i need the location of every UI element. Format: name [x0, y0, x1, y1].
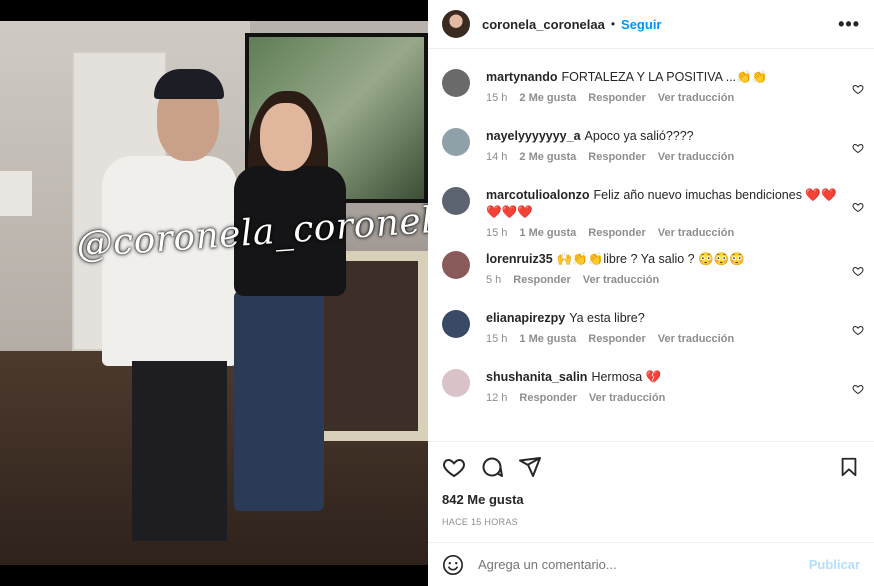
add-comment-bar: Publicar — [428, 542, 874, 586]
commenter-avatar[interactable] — [442, 187, 470, 215]
separator-dot: • — [610, 17, 616, 31]
comment-time[interactable]: 14 h — [486, 151, 507, 163]
comment-item: marcotulioalonzo Feliz año nuevo imuchas … — [428, 175, 874, 239]
commenter-avatar[interactable] — [442, 251, 470, 279]
comment-likes[interactable]: 2 Me gusta — [519, 151, 576, 163]
save-bookmark-icon[interactable] — [838, 456, 860, 478]
like-comment-heart-icon[interactable] — [852, 265, 864, 277]
post-photo[interactable]: @coronela_coronelaa — [0, 21, 428, 565]
comment-item: nayelyyyyyyy_a Apoco ya salió???? 14 h 2 … — [428, 116, 874, 175]
like-comment-heart-icon[interactable] — [852, 83, 864, 95]
reply-button[interactable]: Responder — [588, 227, 645, 239]
post-actions: 842 Me gusta HACE 15 HORAS — [428, 441, 874, 527]
commenter-avatar[interactable] — [442, 128, 470, 156]
like-comment-heart-icon[interactable] — [852, 324, 864, 336]
commenter-avatar[interactable] — [442, 369, 470, 397]
photo-man — [102, 69, 242, 551]
translate-button[interactable]: Ver traducción — [583, 274, 659, 286]
translate-button[interactable]: Ver traducción — [658, 227, 734, 239]
comment-text: 🙌👏👏libre ? Ya salio ? 😳😳😳 — [556, 252, 745, 266]
commenter-username[interactable]: nayelyyyyyyy_a — [486, 129, 581, 143]
comment-time[interactable]: 15 h — [486, 227, 507, 239]
comment-likes[interactable]: 1 Me gusta — [519, 333, 576, 345]
emoji-smiley-icon[interactable] — [442, 554, 464, 576]
translate-button[interactable]: Ver traducción — [658, 92, 734, 104]
reply-button[interactable]: Responder — [588, 333, 645, 345]
post-header: coronela_coronelaa • Seguir ••• — [428, 0, 874, 49]
follow-button[interactable]: Seguir — [621, 17, 661, 32]
comment-bubble-icon[interactable] — [480, 455, 504, 479]
like-comment-heart-icon[interactable] — [852, 383, 864, 395]
comment-text: FORTALEZA Y LA POSITIVA ...👏👏 — [561, 70, 768, 84]
comment-time[interactable]: 5 h — [486, 274, 501, 286]
commenter-username[interactable]: marcotulioalonzo — [486, 188, 589, 202]
commenter-avatar[interactable] — [442, 310, 470, 338]
comment-likes[interactable]: 2 Me gusta — [519, 92, 576, 104]
commenter-username[interactable]: shushanita_salin — [486, 370, 587, 384]
comment-item: elianapirezpy Ya esta libre? 15 h 1 Me gu… — [428, 298, 874, 357]
photo-pane: @coronela_coronelaa — [0, 0, 428, 586]
publish-button[interactable]: Publicar — [809, 557, 860, 572]
like-comment-heart-icon[interactable] — [852, 201, 864, 213]
author-avatar[interactable] — [442, 10, 470, 38]
comment-item: martynando FORTALEZA Y LA POSITIVA ...👏👏 … — [428, 57, 874, 116]
comment-text: Apoco ya salió???? — [584, 129, 694, 143]
comment-text: Hermosa 💔 — [591, 370, 662, 384]
post-time-ago[interactable]: HACE 15 HORAS — [442, 517, 860, 527]
comment-time[interactable]: 15 h — [486, 333, 507, 345]
comment-input[interactable] — [478, 557, 809, 572]
likes-count[interactable]: 842 Me gusta — [442, 492, 860, 507]
commenter-username[interactable]: lorenruiz35 — [486, 252, 553, 266]
like-comment-heart-icon[interactable] — [852, 142, 864, 154]
instagram-post-modal: @coronela_coronelaa coronela_coronelaa •… — [0, 0, 874, 586]
more-options-icon[interactable]: ••• — [838, 14, 860, 35]
commenter-username[interactable]: martynando — [486, 70, 558, 84]
post-sidebar: coronela_coronelaa • Seguir ••• martynan… — [428, 0, 874, 586]
comment-text: Ya esta libre? — [569, 311, 645, 325]
photo-woman — [226, 91, 356, 551]
reply-button[interactable]: Responder — [519, 392, 576, 404]
translate-button[interactable]: Ver traducción — [589, 392, 665, 404]
reply-button[interactable]: Responder — [513, 274, 570, 286]
comment-likes[interactable]: 1 Me gusta — [519, 227, 576, 239]
reply-button[interactable]: Responder — [588, 151, 645, 163]
commenter-username[interactable]: elianapirezpy — [486, 311, 565, 325]
action-icons-row — [442, 442, 860, 492]
comment-time[interactable]: 12 h — [486, 392, 507, 404]
share-send-icon[interactable] — [518, 455, 542, 479]
translate-button[interactable]: Ver traducción — [658, 151, 734, 163]
comment-item: shushanita_salin Hermosa 💔 12 h Responder… — [428, 357, 874, 416]
translate-button[interactable]: Ver traducción — [658, 333, 734, 345]
comments-list[interactable]: martynando FORTALEZA Y LA POSITIVA ...👏👏 … — [428, 49, 874, 441]
like-heart-icon[interactable] — [442, 455, 466, 479]
reply-button[interactable]: Responder — [588, 92, 645, 104]
comment-item: lorenruiz35 🙌👏👏libre ? Ya salio ? 😳😳😳 5 h… — [428, 239, 874, 298]
photo-lamp — [0, 171, 32, 216]
author-username[interactable]: coronela_coronelaa — [482, 17, 605, 32]
commenter-avatar[interactable] — [442, 69, 470, 97]
comment-time[interactable]: 15 h — [486, 92, 507, 104]
